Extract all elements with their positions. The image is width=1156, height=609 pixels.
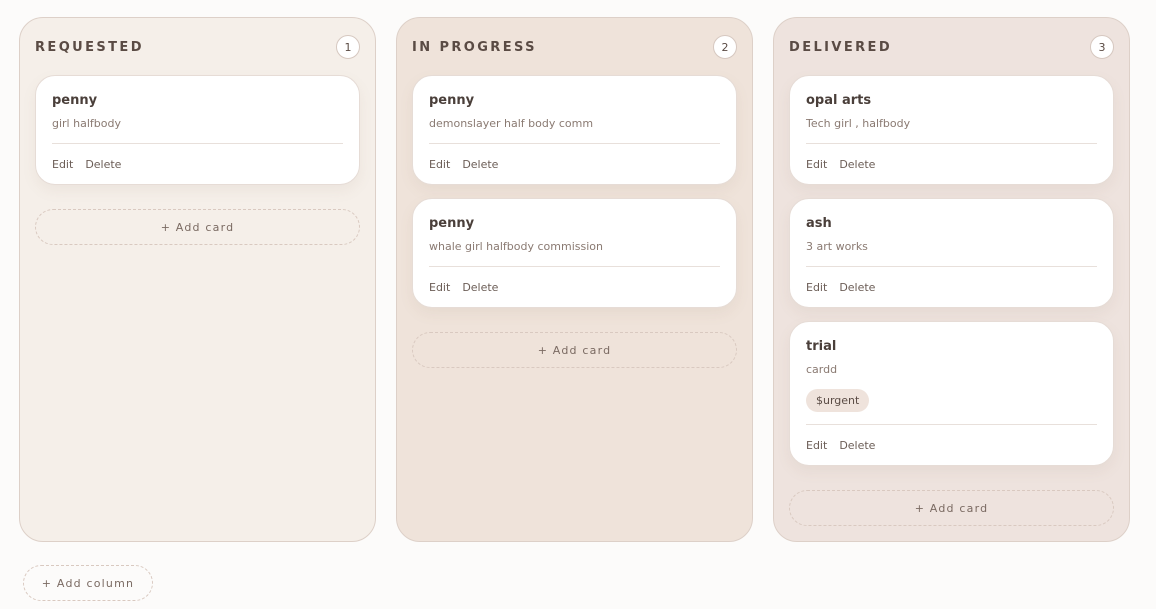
column-header: REQUESTED 1 [35,18,360,75]
card-title: trial [806,339,837,354]
column-title: DELIVERED [789,39,893,55]
edit-button[interactable]: Edit [429,281,450,294]
edit-button[interactable]: Edit [806,158,827,171]
card-actions: Edit Delete [806,425,1097,465]
card-count-badge: 2 [713,35,737,59]
edit-button[interactable]: Edit [429,158,450,171]
column-title: IN PROGRESS [412,39,537,55]
card-list: opal arts Tech girl , halfbody Edit Dele… [789,75,1114,466]
add-card-button[interactable]: + Add card [789,490,1114,526]
delete-button[interactable]: Delete [839,439,875,452]
card-list: penny demonslayer half body comm Edit De… [412,75,737,308]
add-column-button[interactable]: + Add column [23,565,153,601]
card-title: penny [429,93,475,108]
column-delivered: DELIVERED 3 opal arts Tech girl , halfbo… [773,17,1130,542]
card[interactable]: ash 3 art works Edit Delete [789,198,1114,308]
edit-button[interactable]: Edit [806,281,827,294]
card-actions: Edit Delete [429,144,720,184]
delete-button[interactable]: Delete [85,158,121,171]
card[interactable]: penny demonslayer half body comm Edit De… [412,75,737,185]
edit-button[interactable]: Edit [52,158,73,171]
column-in-progress: IN PROGRESS 2 penny demonslayer half bod… [396,17,753,542]
card-actions: Edit Delete [429,267,720,307]
card[interactable]: opal arts Tech girl , halfbody Edit Dele… [789,75,1114,185]
card-title: opal arts [806,93,872,108]
add-card-button[interactable]: + Add card [35,209,360,245]
card-description: demonslayer half body comm [429,117,594,130]
column-requested: REQUESTED 1 penny girl halfbody Edit Del… [19,17,376,542]
column-title: REQUESTED [35,39,144,55]
card-title: penny [52,93,98,108]
add-card-button[interactable]: + Add card [412,332,737,368]
card[interactable]: penny whale girl halfbody commission Edi… [412,198,737,308]
delete-button[interactable]: Delete [839,281,875,294]
tag-badge: $urgent [806,389,870,412]
delete-button[interactable]: Delete [462,281,498,294]
card[interactable]: trial cardd $urgent Edit Delete [789,321,1114,466]
card-actions: Edit Delete [806,144,1097,184]
card[interactable]: penny girl halfbody Edit Delete [35,75,360,185]
card-description: 3 art works [806,240,868,253]
card-count-badge: 3 [1090,35,1114,59]
card-list: penny girl halfbody Edit Delete [35,75,360,185]
kanban-board: REQUESTED 1 penny girl halfbody Edit Del… [19,17,1130,542]
edit-button[interactable]: Edit [806,439,827,452]
column-header: DELIVERED 3 [789,18,1114,75]
card-description: whale girl halfbody commission [429,240,603,253]
card-description: Tech girl , halfbody [806,117,911,130]
card-actions: Edit Delete [806,267,1097,307]
card-description: cardd [806,363,838,376]
card-title: ash [806,216,832,231]
column-header: IN PROGRESS 2 [412,18,737,75]
card-description: girl halfbody [52,117,121,130]
card-title: penny [429,216,475,231]
card-count-badge: 1 [336,35,360,59]
delete-button[interactable]: Delete [462,158,498,171]
delete-button[interactable]: Delete [839,158,875,171]
card-actions: Edit Delete [52,144,343,184]
